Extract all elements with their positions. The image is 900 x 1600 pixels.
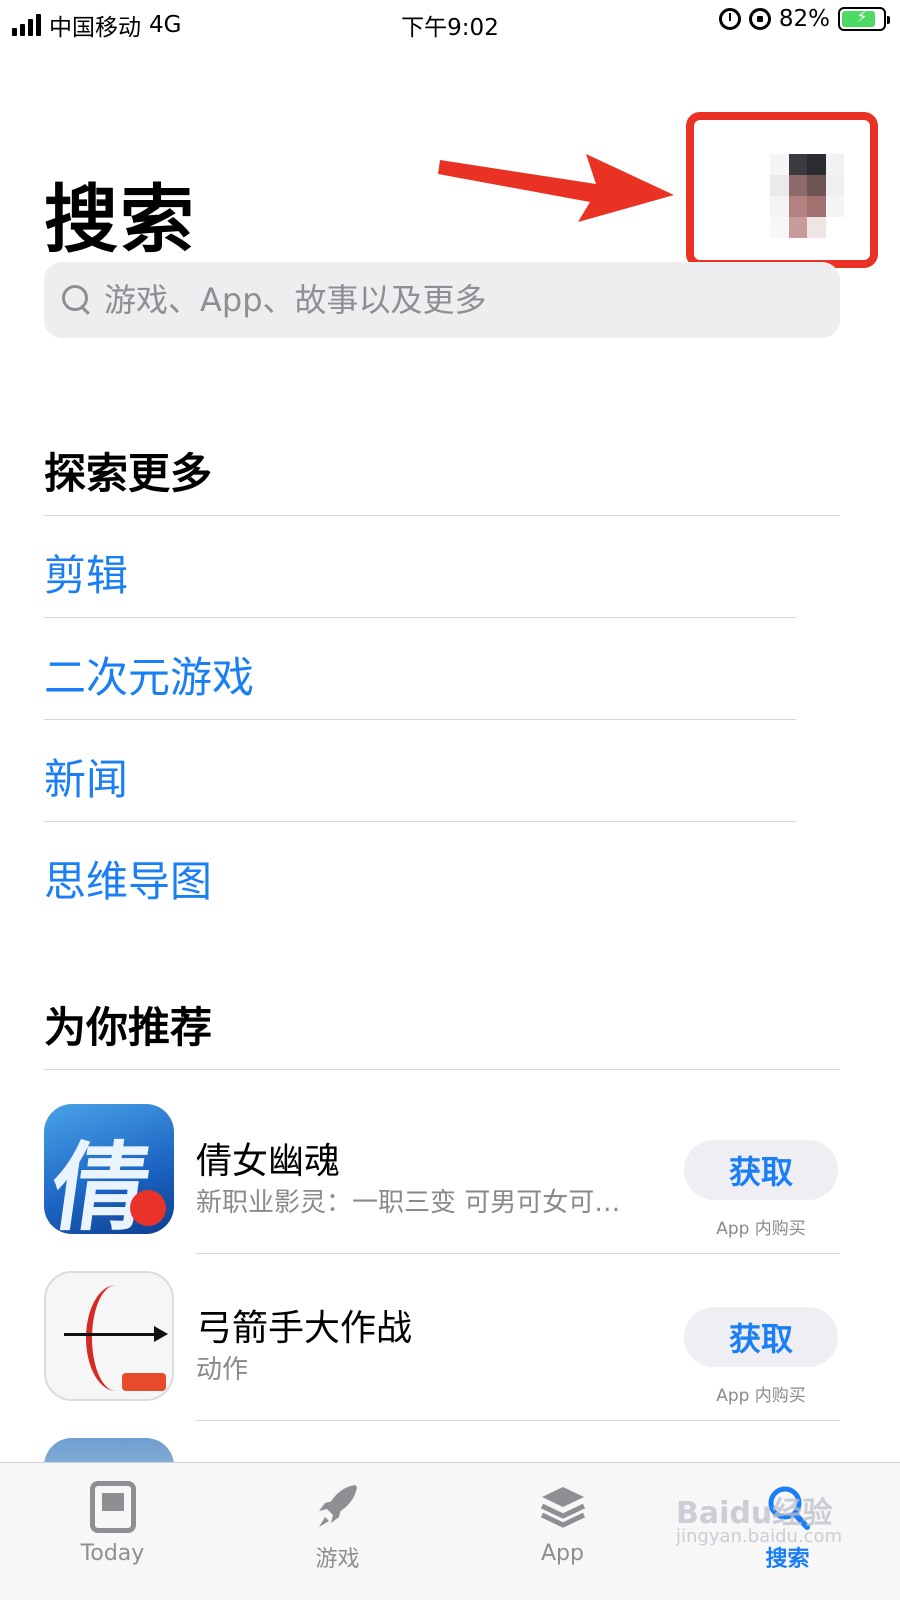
app-subtitle: 新职业影灵：一职三变 可男可女可… (196, 1188, 621, 1218)
search-bar[interactable] (44, 262, 840, 338)
status-right: 82% ⚡ (718, 6, 890, 32)
stack-icon (540, 1487, 586, 1528)
divider (44, 821, 796, 822)
publisher-logo-icon (122, 1373, 166, 1391)
rocket-icon (319, 1485, 357, 1527)
netease-logo-icon (130, 1190, 166, 1226)
avatar[interactable] (770, 154, 844, 238)
avatar-highlight-box (686, 112, 878, 268)
search-input[interactable] (104, 281, 804, 319)
tab-label: 游戏 (315, 1547, 360, 1572)
charging-bolt-icon: ⚡ (856, 7, 868, 26)
search-icon (60, 283, 94, 317)
in-app-purchase-label: App 内购买 (716, 1219, 806, 1239)
page-title: 搜索 (44, 177, 196, 263)
recommended-title: 为你推荐 (44, 1003, 213, 1052)
tab-label: Today (80, 1541, 145, 1566)
divider (196, 1420, 840, 1421)
app-icon[interactable] (44, 1438, 174, 1462)
app-icon[interactable]: 倩 (44, 1104, 174, 1234)
battery-icon: ⚡ (838, 7, 890, 31)
app-name: 弓箭手大作战 (196, 1308, 413, 1349)
app-row-archer[interactable]: 弓箭手大作战 动作 获取 App 内购买 (0, 1271, 900, 1437)
divider (44, 719, 796, 720)
app-subtitle: 动作 (196, 1355, 249, 1385)
today-icon (90, 1481, 136, 1533)
divider (44, 1069, 840, 1070)
get-button[interactable]: 获取 (684, 1140, 838, 1200)
annotation-arrow-icon (438, 154, 674, 222)
explore-title: 探索更多 (44, 449, 213, 498)
explore-item-news[interactable]: 新闻 (44, 746, 128, 807)
alarm-icon (718, 8, 741, 30)
watermark-url: jingyan.baidu.com (676, 1526, 843, 1547)
arrow-shaft (64, 1333, 160, 1336)
explore-item-clip[interactable]: 剪辑 (44, 542, 128, 603)
in-app-purchase-label: App 内购买 (716, 1386, 806, 1406)
app-name: 倩女幽魂 (196, 1141, 341, 1182)
status-bar: 中国移动 4G 下午9:02 82% ⚡ (0, 0, 900, 44)
tab-games[interactable]: 游戏 (225, 1463, 450, 1600)
divider (196, 1253, 840, 1254)
explore-item-mind-map[interactable]: 思维导图 (44, 848, 212, 909)
app-row-qiannv[interactable]: 倩 倩女幽魂 新职业影灵：一职三变 可男可女可… 获取 App 内购买 (0, 1104, 900, 1270)
get-button[interactable]: 获取 (684, 1307, 838, 1367)
tab-apps[interactable]: App (450, 1463, 675, 1600)
divider (44, 515, 840, 516)
arrow-head (154, 1326, 168, 1342)
battery-percent: 82% (778, 6, 830, 32)
divider (44, 617, 796, 618)
tab-label: App (541, 1541, 584, 1566)
orientation-lock-icon (748, 8, 771, 30)
app-row-partial[interactable] (0, 1438, 900, 1462)
explore-item-anime-games[interactable]: 二次元游戏 (44, 644, 254, 705)
tab-today[interactable]: Today (0, 1463, 225, 1600)
app-icon[interactable] (44, 1271, 174, 1401)
